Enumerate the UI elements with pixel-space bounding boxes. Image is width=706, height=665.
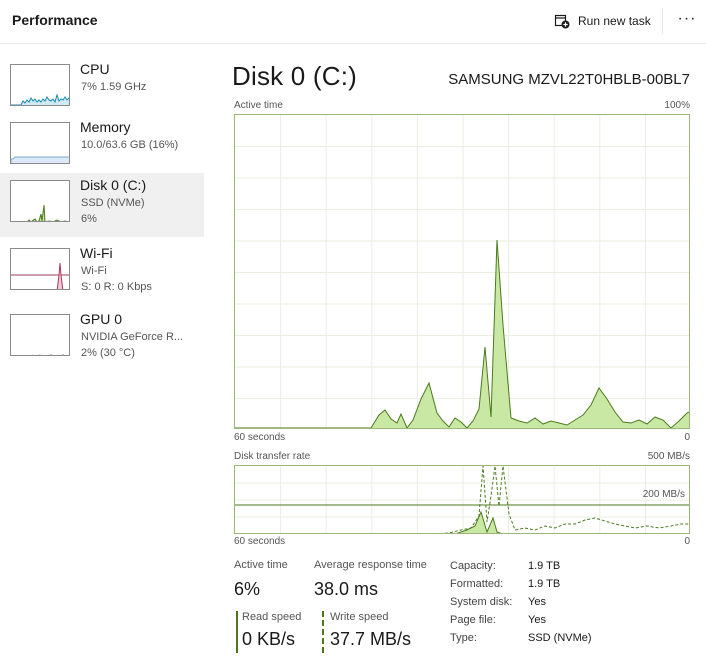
property-key: Capacity:	[450, 560, 496, 572]
sidebar-item-detail: 10.0/63.6 GB (16%)	[81, 139, 179, 151]
active-time-graph-max: 100%	[664, 100, 690, 111]
run-new-task-label: Run new task	[578, 14, 651, 28]
avg-response-stat-value: 38.0 ms	[314, 579, 379, 599]
transfer-rate-graph-xright: 0	[684, 536, 690, 547]
property-key: Type:	[450, 632, 477, 644]
transfer-rate-graph-mid: 200 MB/s	[642, 489, 685, 500]
sidebar-item-cpu[interactable]: CPU 7% 1.59 GHz	[0, 57, 204, 121]
read-speed-indicator	[236, 611, 238, 653]
active-time-stat-label: Active time	[234, 559, 288, 571]
header-divider	[662, 8, 663, 34]
sidebar-item-usage: 2% (30 °C)	[81, 347, 135, 359]
sidebar-item-detail: Wi-Fi	[81, 265, 107, 277]
gpu-thumbnail-graph	[10, 314, 70, 356]
sidebar-item-usage: 6%	[81, 213, 97, 225]
read-speed-label: Read speed	[242, 611, 302, 623]
active-time-stat-value: 6%	[234, 579, 261, 599]
write-speed-indicator	[322, 611, 324, 653]
sidebar-item-usage: S: 0 R: 0 Kbps	[81, 281, 152, 293]
transfer-rate-graph-label: Disk transfer rate	[234, 451, 311, 462]
property-value: 1.9 TB	[528, 578, 561, 590]
sidebar-item-name: Wi-Fi	[80, 245, 113, 261]
avg-response-stat-label: Average response time	[314, 559, 427, 571]
sidebar-item-wifi[interactable]: Wi-Fi Wi-Fi S: 0 R: 0 Kbps	[0, 241, 204, 305]
more-options-icon: ···	[677, 10, 697, 27]
memory-thumbnail-graph	[10, 122, 70, 164]
disk-thumbnail-graph	[10, 180, 70, 222]
property-key: System disk:	[450, 596, 513, 608]
sidebar-item-disk-0[interactable]: Disk 0 (C:) SSD (NVMe) 6%	[0, 173, 204, 237]
new-task-icon	[554, 14, 570, 29]
sidebar-item-name: Memory	[80, 119, 131, 135]
sidebar-item-memory[interactable]: Memory 10.0/63.6 GB (16%)	[0, 115, 204, 179]
property-value: Yes	[528, 596, 546, 608]
transfer-rate-graph-max: 500 MB/s	[647, 451, 690, 462]
header: Performance Run new task ···	[0, 0, 706, 44]
sidebar: CPU 7% 1.59 GHz Memory 10.0/63.6 GB (16%…	[0, 45, 206, 665]
transfer-rate-graph-xleft: 60 seconds	[234, 536, 286, 547]
property-value: Yes	[528, 614, 546, 626]
active-time-graph	[234, 114, 690, 429]
sidebar-item-detail: NVIDIA GeForce R...	[81, 331, 184, 343]
write-speed-label: Write speed	[330, 611, 389, 623]
property-value: 1.9 TB	[528, 560, 561, 572]
cpu-thumbnail-graph	[10, 64, 70, 106]
active-time-graph-label: Active time	[234, 100, 283, 111]
transfer-rate-graph: 200 MB/s	[234, 465, 690, 534]
sidebar-item-detail: SSD (NVMe)	[81, 197, 145, 209]
disk-model: SAMSUNG MZVL22T0HBLB-00BL7	[448, 71, 690, 88]
disk-title: Disk 0 (C:)	[232, 61, 357, 91]
more-options-button[interactable]: ···	[672, 8, 702, 34]
property-value: SSD (NVMe)	[528, 632, 592, 644]
active-time-graph-xleft: 60 seconds	[234, 432, 286, 443]
active-time-graph-xright: 0	[684, 432, 690, 443]
property-key: Formatted:	[450, 578, 504, 590]
page-title: Performance	[12, 12, 98, 28]
read-speed-value: 0 KB/s	[242, 629, 296, 649]
sidebar-item-name: Disk 0 (C:)	[80, 177, 147, 193]
write-speed-value: 37.7 MB/s	[330, 629, 412, 649]
sidebar-item-detail: 7% 1.59 GHz	[81, 81, 147, 93]
wifi-thumbnail-graph	[10, 248, 70, 290]
run-new-task-button[interactable]: Run new task	[548, 7, 660, 35]
sidebar-item-gpu-0[interactable]: GPU 0 NVIDIA GeForce R... 2% (30 °C)	[0, 307, 204, 371]
disk-detail-panel: Disk 0 (C:) SAMSUNG MZVL22T0HBLB-00BL7 A…	[206, 45, 706, 665]
sidebar-item-name: CPU	[80, 61, 110, 77]
property-key: Page file:	[450, 614, 496, 626]
sidebar-item-name: GPU 0	[80, 311, 123, 327]
